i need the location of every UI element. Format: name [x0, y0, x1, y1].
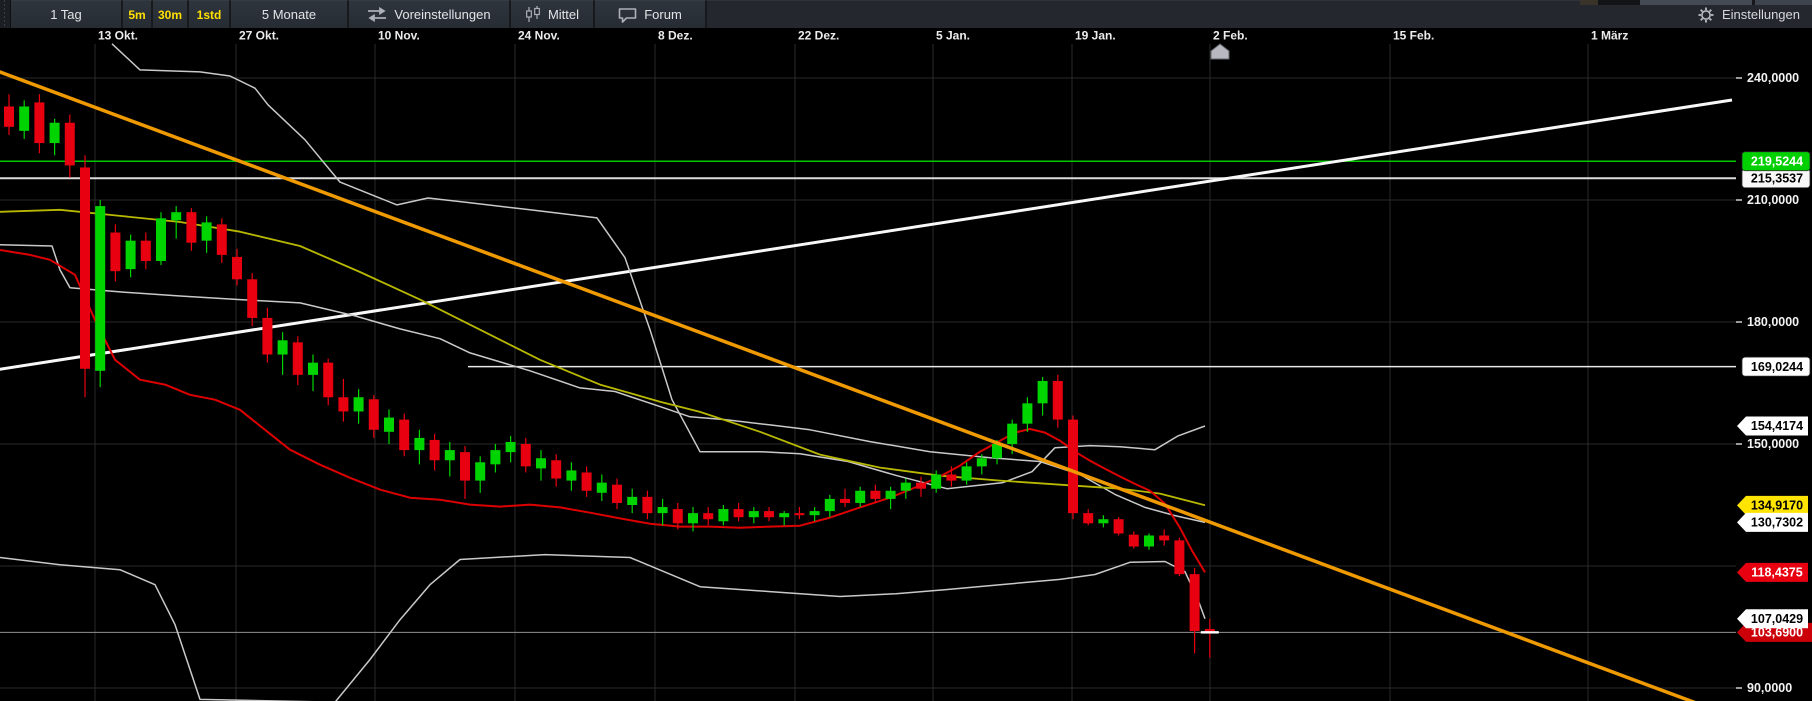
- svg-text:130,7302: 130,7302: [1751, 516, 1803, 530]
- price-badge: 107,0429: [1737, 609, 1808, 628]
- toolbar-button-label: Forum: [644, 7, 682, 22]
- date-label: 24 Nov.: [518, 29, 560, 43]
- cropped-ui-strip: [1580, 0, 1812, 5]
- candlestick-chart[interactable]: 240,0000 210,0000 180,0000 150,0000 90,0000 1…: [0, 28, 1812, 701]
- svg-text:169,0244: 169,0244: [1751, 360, 1803, 374]
- svg-text:154,4174: 154,4174: [1751, 419, 1803, 433]
- toolbar-button-tf-1std[interactable]: 1std: [189, 0, 231, 28]
- candle[interactable]: [1174, 538, 1184, 577]
- toolbar-button-forum[interactable]: Forum: [595, 0, 707, 28]
- date-label: 27 Okt.: [239, 29, 279, 43]
- speech-bubble-icon: [618, 7, 637, 23]
- toolbar-button-range-5monate[interactable]: 5 Monate: [231, 0, 349, 28]
- sliders-icon: [367, 7, 387, 22]
- price-badge: 154,4174: [1737, 417, 1808, 436]
- toolbar-button-tf-30m[interactable]: 30m: [153, 0, 189, 28]
- toolbar-button-tf-5m[interactable]: 5m: [123, 0, 153, 28]
- toolbar-drag-handle[interactable]: [0, 0, 11, 28]
- toolbar-button-label: 1std: [197, 8, 222, 22]
- candle[interactable]: [1114, 517, 1124, 535]
- price-badge: 219,5244: [1742, 152, 1810, 171]
- date-label: 1 März: [1591, 29, 1628, 43]
- price-label: 240,0000: [1747, 71, 1799, 85]
- price-badge: 130,7302: [1737, 513, 1808, 532]
- candle[interactable]: [399, 414, 409, 457]
- candle[interactable]: [1068, 416, 1078, 520]
- toolbar-button-label: Mittel: [548, 7, 579, 22]
- candlestick-icon: [525, 6, 541, 23]
- price-label: 150,0000: [1747, 437, 1799, 451]
- chart-area[interactable]: 240,0000 210,0000 180,0000 150,0000 90,0000 1…: [0, 28, 1812, 701]
- date-label: 15 Feb.: [1393, 29, 1434, 43]
- date-label: 13 Okt.: [98, 29, 138, 43]
- date-label: 2 Feb.: [1213, 29, 1248, 43]
- price-badge: 215,3537: [1742, 169, 1810, 188]
- date-label: 19 Jan.: [1075, 29, 1116, 43]
- date-label: 5 Jan.: [936, 29, 970, 43]
- price-label: 180,0000: [1747, 315, 1799, 329]
- date-label: 22 Dez.: [798, 29, 839, 43]
- last-price-marker: [1201, 631, 1219, 633]
- toolbar-button-label: 1 Tag: [50, 7, 82, 22]
- svg-text:219,5244: 219,5244: [1751, 154, 1803, 168]
- toolbar-button-label: 5 Monate: [262, 7, 316, 22]
- toolbar-spacer: [707, 0, 1686, 28]
- toolbar-button-label: 5m: [128, 8, 145, 22]
- candle[interactable]: [156, 212, 166, 265]
- svg-text:215,3537: 215,3537: [1751, 171, 1803, 185]
- toolbar: 1 Tag 5m 30m 1std 5 Monate Voreinstellungen Mi…: [0, 0, 1812, 29]
- price-label: 90,0000: [1747, 681, 1792, 695]
- trading-app: { "toolbar": { "buttons": [ {"id":"range…: [0, 0, 1812, 701]
- svg-text:118,4375: 118,4375: [1751, 566, 1802, 580]
- toolbar-button-mittel[interactable]: Mittel: [511, 0, 595, 28]
- toolbar-button-label: 30m: [158, 8, 182, 22]
- gear-icon: [1698, 7, 1714, 23]
- price-badge: 118,4375: [1737, 563, 1808, 582]
- svg-text:134,9170: 134,9170: [1751, 499, 1803, 513]
- toolbar-button-range-1tag[interactable]: 1 Tag: [11, 0, 123, 28]
- toolbar-button-label: Voreinstellungen: [394, 7, 490, 22]
- price-badge: 169,0244: [1742, 357, 1810, 376]
- candle[interactable]: [80, 155, 90, 397]
- date-label: 8 Dez.: [658, 29, 693, 43]
- price-label: 210,0000: [1747, 193, 1799, 207]
- svg-text:107,0429: 107,0429: [1751, 612, 1803, 626]
- candle[interactable]: [95, 200, 105, 387]
- settings-label: Einstellungen: [1722, 7, 1800, 22]
- price-badge: 134,9170: [1737, 496, 1808, 515]
- toolbar-button-voreinstellungen[interactable]: Voreinstellungen: [349, 0, 511, 28]
- date-label: 10 Nov.: [378, 29, 420, 43]
